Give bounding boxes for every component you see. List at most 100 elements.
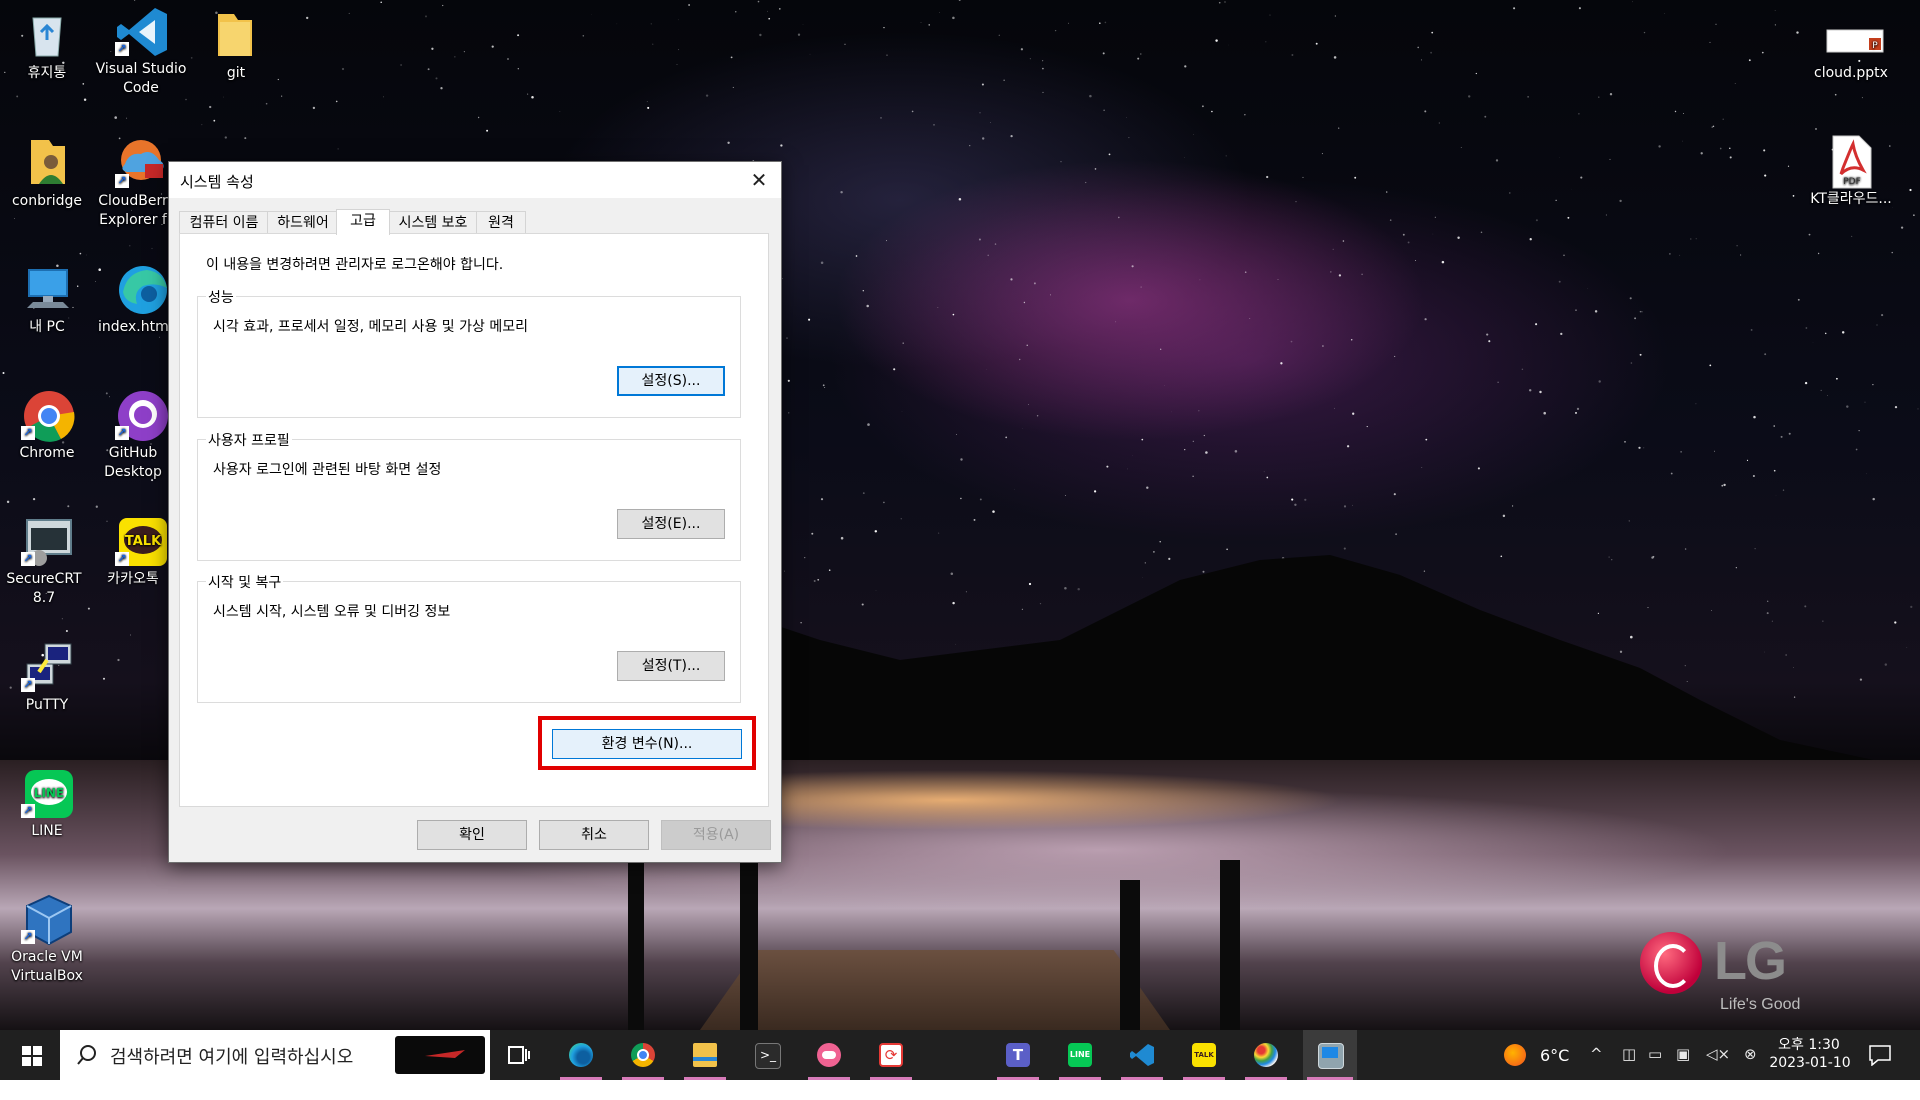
network-icon[interactable]: ▣ xyxy=(1676,1045,1690,1063)
windows-logo-icon xyxy=(22,1046,42,1066)
desktop-icon-securecrt[interactable]: ↗ SecureCRT 8.7 xyxy=(4,514,90,608)
desktop-icon-label: Oracle VM VirtualBox xyxy=(11,949,83,984)
status-x-icon[interactable]: ⊗ xyxy=(1744,1045,1757,1063)
desktop-icon-label: KT클라우드... xyxy=(1810,191,1892,207)
tab-remote[interactable]: 원격 xyxy=(476,211,526,234)
virtualbox-icon: ↗ xyxy=(21,892,73,946)
kakaotalk-icon: TALK xyxy=(1192,1043,1216,1067)
taskbar-line[interactable]: LINE xyxy=(1055,1030,1105,1080)
desktop-icon-cloud-pptx[interactable]: P cloud.pptx xyxy=(1808,8,1894,83)
taskbar-app-refresh[interactable]: ⟳ xyxy=(866,1030,916,1080)
clock-date[interactable]: 2023-01-10 xyxy=(1768,1055,1852,1071)
desktop-icon-label: 내 PC xyxy=(29,319,65,335)
dialog-titlebar[interactable]: 시스템 속성 ✕ xyxy=(169,162,781,198)
desktop-icon-label: PuTTY xyxy=(25,697,69,713)
notification-center-icon[interactable] xyxy=(1868,1044,1892,1066)
desktop-icon-this-pc[interactable]: 내 PC xyxy=(4,262,90,337)
desktop-icon-label: cloud.pptx xyxy=(1814,65,1888,81)
github-icon: ↗ xyxy=(115,388,168,441)
line-icon: LINE xyxy=(1068,1043,1092,1067)
recycle-bin-icon xyxy=(21,8,73,60)
desktop-icon-label: CloudBerr Explorer f xyxy=(98,193,168,228)
edge-icon xyxy=(115,262,167,314)
taskbar-terminal[interactable]: >_ xyxy=(742,1030,792,1080)
taskbar: 검색하려면 여기에 입력하십시오 >_ ⟳ T LINE TALK 6°C ^ … xyxy=(0,1030,1920,1080)
task-view-button[interactable] xyxy=(494,1030,544,1080)
task-view-icon xyxy=(508,1046,530,1064)
user-folder-icon xyxy=(21,136,73,188)
desktop-icon-label: LINE xyxy=(31,823,63,839)
desktop-icon-chrome[interactable]: ↗ Chrome xyxy=(4,388,90,463)
svg-text:LINE: LINE xyxy=(34,786,64,800)
taskbar-paint[interactable] xyxy=(1241,1030,1291,1080)
taskbar-chrome[interactable] xyxy=(618,1030,668,1080)
clock-time[interactable]: 오후 1:30 xyxy=(1774,1034,1844,1054)
lg-emblem-icon xyxy=(1640,932,1702,994)
show-hidden-icons-chevron-icon[interactable]: ^ xyxy=(1590,1045,1603,1063)
search-icon xyxy=(77,1045,96,1065)
apply-button[interactable]: 적용(A) xyxy=(661,820,771,850)
desktop-icon-conbridge[interactable]: conbridge xyxy=(4,136,90,211)
tab-advanced[interactable]: 고급 xyxy=(336,209,390,235)
taskbar-edge[interactable] xyxy=(556,1030,606,1080)
svg-text:PDF: PDF xyxy=(1843,177,1861,187)
taskbar-file-explorer[interactable] xyxy=(680,1030,730,1080)
taskbar-system-properties[interactable] xyxy=(1303,1030,1357,1080)
startup-recovery-settings-button[interactable]: 설정(T)... xyxy=(617,651,725,681)
wooden-dock xyxy=(700,950,1170,1030)
desktop-icon-putty[interactable]: ↗ PuTTY xyxy=(4,640,90,715)
taskbar-kakaotalk[interactable]: TALK xyxy=(1179,1030,1229,1080)
desktop-icon-recycle-bin[interactable]: 휴지통 xyxy=(4,8,90,83)
taskbar-vscode[interactable] xyxy=(1117,1030,1167,1080)
paint-palette-icon xyxy=(1254,1043,1278,1067)
chrome-icon xyxy=(631,1043,655,1067)
desktop-icon-vscode[interactable]: ↗ Visual Studio Code xyxy=(96,4,186,98)
search-highlight-image xyxy=(395,1036,485,1074)
taskbar-teams[interactable]: T xyxy=(993,1030,1043,1080)
securecrt-icon: ↗ xyxy=(21,514,73,566)
terminal-icon: >_ xyxy=(755,1043,781,1069)
desktop-icon-virtualbox[interactable]: ↗ Oracle VM VirtualBox xyxy=(4,892,90,986)
tab-computer-name[interactable]: 컴퓨터 이름 xyxy=(179,211,269,234)
admin-note: 이 내용을 변경하려면 관리자로 로그온해야 합니다. xyxy=(206,257,504,273)
desktop-icon-label: conbridge xyxy=(11,193,83,209)
chrome-icon: ↗ xyxy=(21,388,75,442)
dock-post xyxy=(1220,860,1240,1030)
taskbar-search-box[interactable]: 검색하려면 여기에 입력하십시오 xyxy=(60,1030,490,1080)
user-profiles-settings-button[interactable]: 설정(E)... xyxy=(617,509,725,539)
folder-icon xyxy=(693,1043,717,1067)
svg-text:P: P xyxy=(1872,41,1878,51)
desktop-icon-label: SecureCRT 8.7 xyxy=(6,571,82,606)
edge-icon xyxy=(569,1043,593,1067)
volume-muted-icon[interactable]: ◁× xyxy=(1706,1045,1730,1063)
performance-settings-button[interactable]: 설정(S)... xyxy=(617,366,725,396)
tab-system-protection[interactable]: 시스템 보호 xyxy=(388,211,478,234)
close-icon[interactable]: ✕ xyxy=(737,162,781,198)
user-profiles-group: 사용자 프로필 사용자 로그인에 관련된 바탕 화면 설정 설정(E)... xyxy=(197,430,741,561)
desktop-icon-label: 카카오톡 xyxy=(107,571,159,587)
refresh-icon: ⟳ xyxy=(879,1043,903,1067)
weather-temperature[interactable]: 6°C xyxy=(1540,1046,1569,1065)
desktop-icon-git-folder[interactable]: git xyxy=(193,8,279,83)
cloudberry-icon: ↗ xyxy=(115,136,167,188)
group-description: 시스템 시작, 시스템 오류 및 디버깅 정보 xyxy=(213,604,451,620)
battery-icon[interactable]: ▭ xyxy=(1648,1045,1662,1063)
desktop-icon-line[interactable]: LINE ↗ LINE xyxy=(4,766,90,841)
folder-icon xyxy=(210,8,262,60)
camera-icon[interactable]: ◫ xyxy=(1622,1045,1636,1063)
desktop-icon-label: GitHub Desktop xyxy=(104,445,162,480)
group-label: 성능 xyxy=(206,287,236,307)
weather-sun-icon[interactable] xyxy=(1504,1044,1526,1066)
tab-hardware[interactable]: 하드웨어 xyxy=(267,211,339,234)
pptx-file-icon: P xyxy=(1825,8,1884,60)
start-button[interactable] xyxy=(0,1030,60,1080)
ok-button[interactable]: 확인 xyxy=(417,820,527,850)
system-properties-icon xyxy=(1318,1043,1344,1069)
startup-recovery-group: 시작 및 복구 시스템 시작, 시스템 오류 및 디버깅 정보 설정(T)... xyxy=(197,572,741,703)
cancel-button[interactable]: 취소 xyxy=(539,820,649,850)
desktop-icon-label: Chrome xyxy=(19,445,75,461)
line-icon: LINE ↗ xyxy=(21,766,73,818)
desktop-icon-kt-cloud-pdf[interactable]: PDF KT클라우드... xyxy=(1808,134,1894,209)
teams-icon: T xyxy=(1006,1043,1030,1067)
taskbar-app-pink[interactable] xyxy=(804,1030,854,1080)
